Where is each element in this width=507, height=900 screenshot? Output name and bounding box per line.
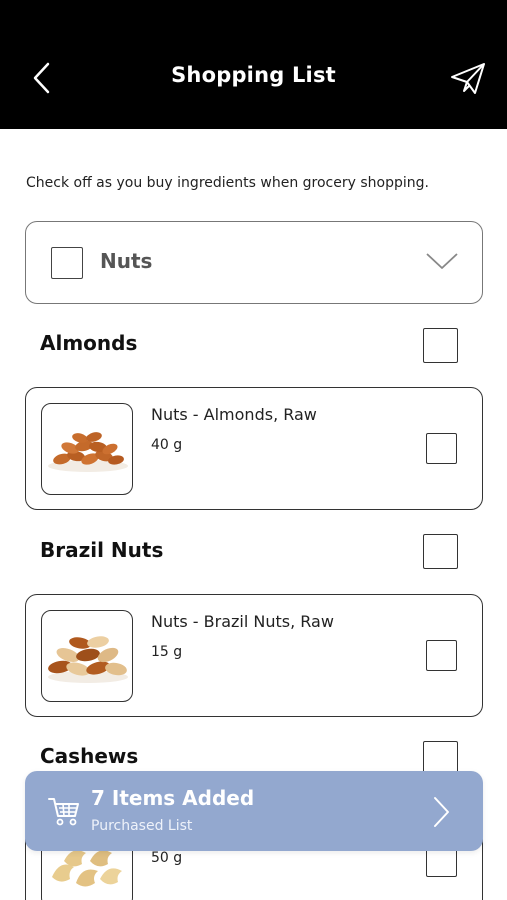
group-checkbox-almonds[interactable] <box>423 328 458 363</box>
item-checkbox[interactable] <box>426 433 457 464</box>
group-title-almonds: Almonds <box>40 331 138 355</box>
items-added-banner[interactable]: 7 Items Added Purchased List <box>25 771 483 851</box>
item-checkbox[interactable] <box>426 640 457 671</box>
item-quantity: 40 g <box>151 437 183 453</box>
group-title-cashews: Cashews <box>40 744 139 768</box>
cart-icon <box>48 798 79 826</box>
banner-subtitle: Purchased List <box>91 818 193 834</box>
instructions-text: Check off as you buy ingredients when gr… <box>26 175 429 191</box>
item-quantity: 50 g <box>151 850 183 866</box>
chevron-down-icon[interactable] <box>425 250 459 272</box>
group-title-brazil-nuts: Brazil Nuts <box>40 538 164 562</box>
paper-plane-icon[interactable] <box>449 60 487 96</box>
group-checkbox-brazil-nuts[interactable] <box>423 534 458 569</box>
chevron-right-icon[interactable] <box>429 795 453 829</box>
item-card-almonds[interactable]: Nuts - Almonds, Raw 40 g <box>25 387 483 510</box>
category-checkbox[interactable] <box>51 247 83 279</box>
item-name: Nuts - Brazil Nuts, Raw <box>151 612 334 631</box>
app-header: Shopping List <box>0 0 507 129</box>
almonds-image <box>41 403 133 495</box>
page-title: Shopping List <box>171 63 336 87</box>
item-quantity: 15 g <box>151 644 183 660</box>
item-name: Nuts - Almonds, Raw <box>151 405 317 424</box>
brazil-nuts-image <box>41 610 133 702</box>
banner-title: 7 Items Added <box>91 786 255 810</box>
category-label: Nuts <box>100 249 153 273</box>
item-card-brazil-nuts[interactable]: Nuts - Brazil Nuts, Raw 15 g <box>25 594 483 717</box>
category-dropdown[interactable]: Nuts <box>25 221 483 304</box>
